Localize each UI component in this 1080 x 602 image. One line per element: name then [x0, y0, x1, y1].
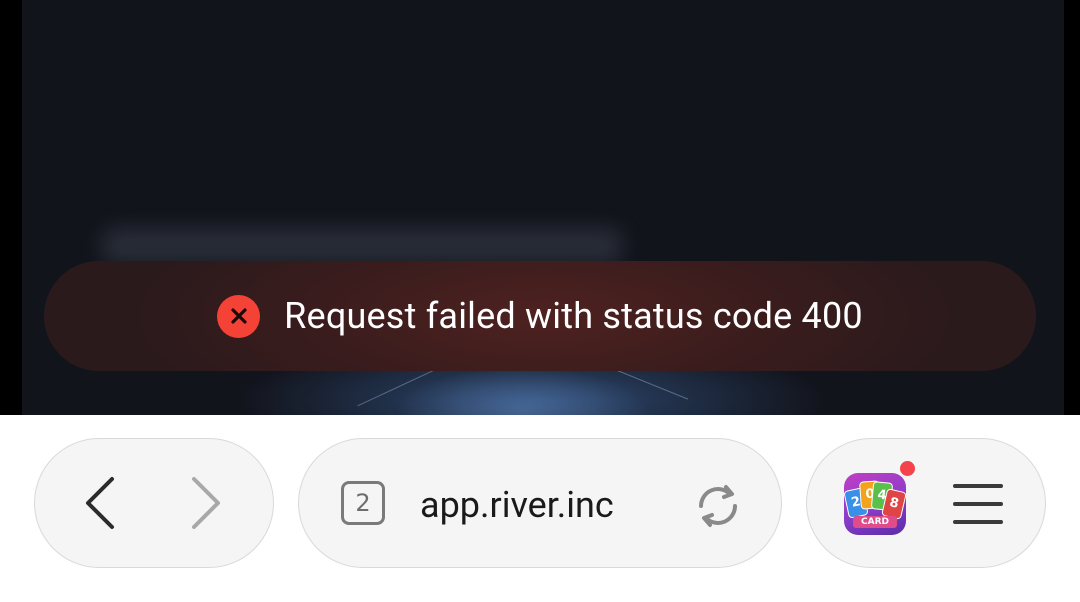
chevron-left-icon [86, 477, 114, 529]
blurred-heading [102, 228, 622, 264]
reload-button[interactable] [690, 478, 746, 534]
notification-dot [900, 461, 915, 476]
url-text[interactable]: app.river.inc [420, 480, 670, 530]
back-button[interactable] [70, 470, 130, 536]
error-toast: Request failed with status code 400 [44, 261, 1036, 371]
reload-icon [699, 485, 737, 527]
app-icon-label: CARD [853, 516, 897, 528]
hamburger-menu-icon [953, 484, 1003, 524]
tabs-button[interactable]: 2 [338, 478, 388, 528]
forward-button[interactable] [176, 470, 236, 536]
error-icon [217, 294, 261, 338]
menu-button[interactable] [950, 478, 1006, 530]
tabs-count: 2 [341, 481, 385, 525]
toast-message: Request failed with status code 400 [284, 295, 863, 337]
extension-button[interactable]: 2 0 4 8 CARD [842, 473, 908, 535]
chevron-right-icon [192, 477, 220, 529]
2048-card-app-icon: 2 0 4 8 CARD [844, 473, 906, 535]
